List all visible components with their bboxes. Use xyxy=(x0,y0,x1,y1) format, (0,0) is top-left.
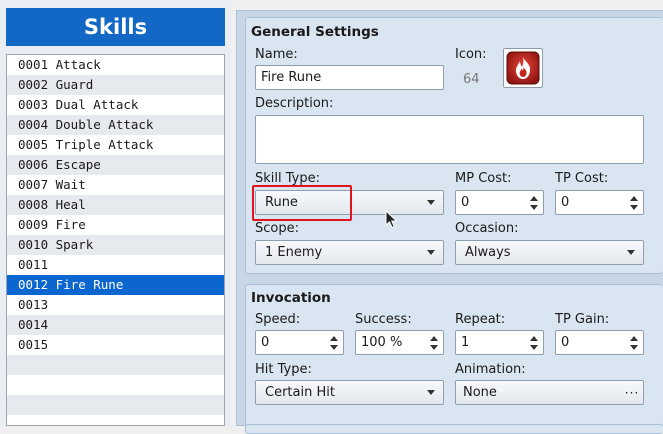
empty-list-row xyxy=(7,395,224,415)
hit-type-label: Hit Type: xyxy=(255,362,312,377)
hit-type-value: Certain Hit xyxy=(265,385,335,400)
chevron-down-icon xyxy=(425,197,437,209)
tp-cost-value: 0 xyxy=(561,195,570,210)
speed-value: 0 xyxy=(261,335,270,350)
repeat-value: 1 xyxy=(461,335,470,350)
description-input[interactable] xyxy=(255,115,644,164)
hit-type-select[interactable]: Certain Hit xyxy=(255,380,444,405)
tp-cost-stepper[interactable]: 0 xyxy=(555,190,644,215)
repeat-label: Repeat: xyxy=(455,312,506,327)
skill-list-item[interactable]: 0012 Fire Rune xyxy=(7,275,224,295)
fire-icon xyxy=(506,51,540,85)
success-stepper[interactable]: 100 % xyxy=(355,330,444,355)
skill-type-label: Skill Type: xyxy=(255,171,320,186)
skill-list-item[interactable]: 0004 Double Attack xyxy=(7,115,224,135)
skills-list[interactable]: 0001 Attack 0002 Guard 0003 Dual Attack 000… xyxy=(6,54,225,426)
scope-label: Scope: xyxy=(255,221,299,236)
name-input[interactable]: Fire Rune xyxy=(255,65,444,90)
skill-list-item[interactable]: 0006 Escape xyxy=(7,155,224,175)
occasion-value: Always xyxy=(465,245,511,260)
repeat-stepper[interactable]: 1 xyxy=(455,330,544,355)
skill-list-item[interactable]: 0009 Fire xyxy=(7,215,224,235)
invocation-title: Invocation xyxy=(251,290,331,306)
skill-type-value: Rune xyxy=(265,195,298,210)
tp-cost-label: TP Cost: xyxy=(555,171,609,186)
tp-gain-value: 0 xyxy=(561,335,570,350)
mp-cost-stepper[interactable]: 0 xyxy=(455,190,544,215)
skill-list-item[interactable]: 0007 Wait xyxy=(7,175,224,195)
chevron-down-icon xyxy=(425,387,437,399)
empty-list-row xyxy=(7,415,224,425)
spin-buttons-icon[interactable] xyxy=(527,331,541,354)
skill-type-select[interactable]: Rune xyxy=(255,190,444,215)
animation-label: Animation: xyxy=(455,362,526,377)
general-settings-title: General Settings xyxy=(251,24,379,40)
skill-list-item[interactable]: 0011 xyxy=(7,255,224,275)
empty-list-row xyxy=(7,375,224,395)
name-value: Fire Rune xyxy=(261,70,322,85)
skill-list-item[interactable]: 0010 Spark xyxy=(7,235,224,255)
success-value: 100 % xyxy=(361,335,403,350)
scope-value: 1 Enemy xyxy=(265,245,323,260)
mp-cost-label: MP Cost: xyxy=(455,171,512,186)
animation-value: None xyxy=(463,385,497,400)
skills-panel-title: Skills xyxy=(6,8,225,46)
icon-label: Icon: xyxy=(455,47,487,62)
skill-list-item[interactable]: 0008 Heal xyxy=(7,195,224,215)
icon-picker-button[interactable] xyxy=(503,48,543,88)
skill-list-item[interactable]: 0003 Dual Attack xyxy=(7,95,224,115)
tp-gain-label: TP Gain: xyxy=(555,312,610,327)
spin-buttons-icon[interactable] xyxy=(627,331,641,354)
spin-buttons-icon[interactable] xyxy=(527,191,541,214)
scope-select[interactable]: 1 Enemy xyxy=(255,240,444,265)
skill-list-item[interactable]: 0013 xyxy=(7,295,224,315)
animation-picker[interactable]: None ··· xyxy=(455,380,644,405)
ellipsis-button[interactable]: ··· xyxy=(621,381,643,404)
skill-list-item[interactable]: 0005 Triple Attack xyxy=(7,135,224,155)
spin-buttons-icon[interactable] xyxy=(427,331,441,354)
spin-buttons-icon[interactable] xyxy=(327,331,341,354)
name-label: Name: xyxy=(255,47,298,62)
description-label: Description: xyxy=(255,96,334,111)
chevron-down-icon xyxy=(625,247,637,259)
chevron-down-icon xyxy=(425,247,437,259)
speed-label: Speed: xyxy=(255,312,301,327)
empty-list-row xyxy=(7,355,224,375)
icon-index: 64 xyxy=(463,72,480,87)
occasion-select[interactable]: Always xyxy=(455,240,644,265)
spin-buttons-icon[interactable] xyxy=(627,191,641,214)
mouse-cursor-icon xyxy=(385,210,398,229)
skill-list-item[interactable]: 0015 xyxy=(7,335,224,355)
speed-stepper[interactable]: 0 xyxy=(255,330,344,355)
tp-gain-stepper[interactable]: 0 xyxy=(555,330,644,355)
skill-list-item[interactable]: 0001 Attack xyxy=(7,55,224,75)
mp-cost-value: 0 xyxy=(461,195,470,210)
success-label: Success: xyxy=(355,312,412,327)
skill-list-item[interactable]: 0014 xyxy=(7,315,224,335)
skill-list-item[interactable]: 0002 Guard xyxy=(7,75,224,95)
occasion-label: Occasion: xyxy=(455,221,519,236)
